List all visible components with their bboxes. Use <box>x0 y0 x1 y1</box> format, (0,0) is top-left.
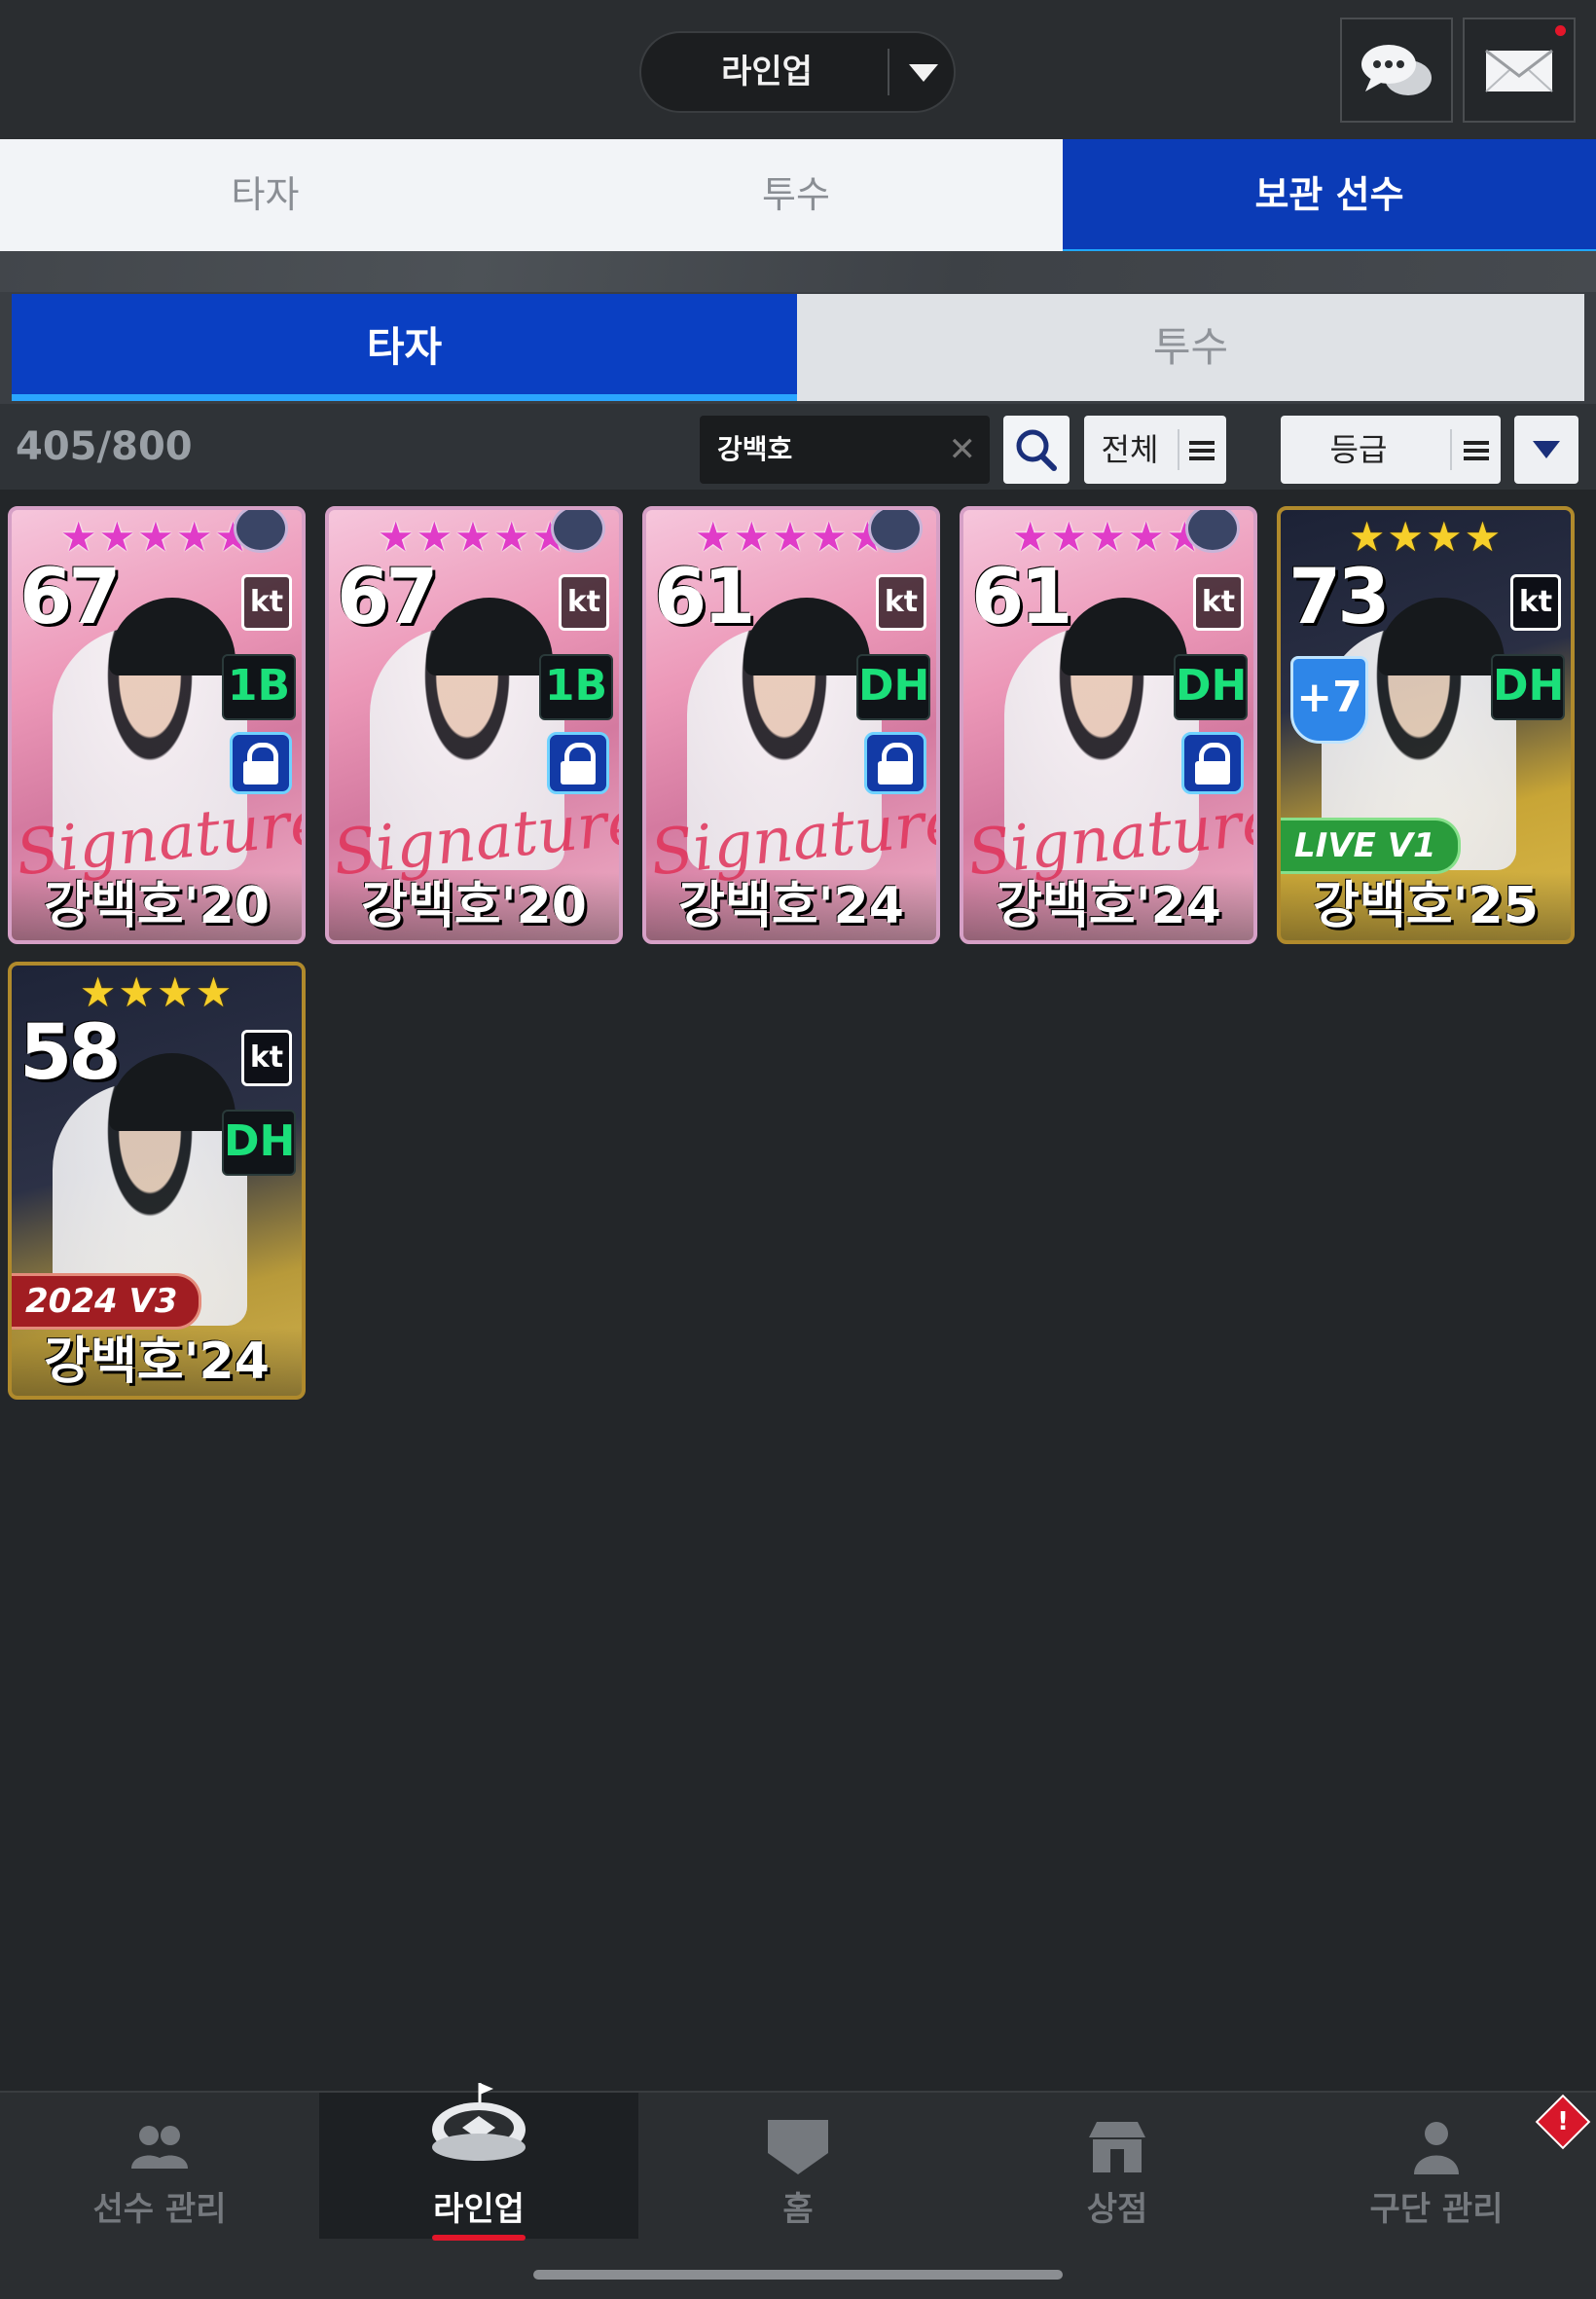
decorative-band <box>0 251 1596 292</box>
overall-rating: 73 <box>1288 554 1391 641</box>
filter-all-button[interactable]: 전체 <box>1084 416 1226 484</box>
player-name: 강백호'24 <box>963 872 1253 940</box>
sort-grade-button[interactable]: 등급 <box>1281 416 1501 484</box>
overall-rating: 67 <box>337 554 439 641</box>
lock-icon <box>547 732 609 794</box>
filter-divider <box>1178 429 1179 470</box>
edition-badge: LIVE V1 <box>1281 818 1461 874</box>
tab-stored-players[interactable]: 보관 선수 <box>1063 139 1596 257</box>
player-card[interactable]: ★★★★★ 61 kt DH Signature 강백호'24 <box>642 506 940 944</box>
copy-icon <box>234 510 288 553</box>
helmet-image <box>1378 598 1505 675</box>
overall-rating: 61 <box>654 554 756 641</box>
nav-home[interactable]: 홈 <box>638 2093 958 2239</box>
position-badge: DH <box>1174 654 1248 720</box>
active-indicator <box>432 2235 526 2241</box>
nav-label: 구단 관리 <box>1369 2190 1504 2229</box>
player-count: 405/800 <box>16 424 193 469</box>
players-icon <box>131 2126 188 2169</box>
alert-badge-text: ! <box>1557 2107 1569 2136</box>
position-badge: 1B <box>539 654 613 720</box>
menu-icon <box>1464 441 1489 460</box>
team-logo-icon: kt <box>559 574 609 631</box>
top-tab-bar: 타자 투수 보관 선수 <box>0 139 1596 257</box>
helmet-image <box>744 598 870 675</box>
shop-icon <box>1089 2122 1145 2172</box>
overall-rating: 67 <box>19 554 122 641</box>
sub-tab-bar: 타자 투수 <box>0 292 1596 404</box>
search-input[interactable]: 강백호 ✕ <box>700 416 990 484</box>
nav-label: 라인업 <box>433 2190 525 2229</box>
mail-button[interactable] <box>1463 18 1576 123</box>
sort-grade-label: 등급 <box>1329 431 1388 468</box>
team-logo-icon: kt <box>876 574 926 631</box>
chat-bubble-icon <box>1361 45 1432 95</box>
tab-pitchers[interactable]: 투수 <box>530 139 1062 251</box>
search-button[interactable] <box>1003 416 1070 484</box>
filter-bar: 405/800 강백호 ✕ 전체 등급 <box>0 404 1596 490</box>
position-badge: DH <box>1491 654 1565 720</box>
copy-icon <box>868 510 923 553</box>
lineup-dropdown[interactable]: 라인업 <box>639 31 956 113</box>
copy-icon <box>551 510 605 553</box>
overall-rating: 61 <box>971 554 1073 641</box>
filter-all-label: 전체 <box>1101 431 1159 468</box>
lineup-dropdown-divider <box>888 49 889 95</box>
bottom-navigation: 선수 관리 라인업 홈 상점 구단 관리 <box>0 2083 1596 2299</box>
search-input-value: 강백호 <box>717 433 793 465</box>
clear-icon[interactable]: ✕ <box>949 416 977 484</box>
subtab-pitchers[interactable]: 투수 <box>797 294 1584 401</box>
team-logo-icon: kt <box>241 1030 292 1086</box>
overall-rating: 58 <box>19 1009 122 1097</box>
sort-divider <box>1450 429 1452 470</box>
player-name: 강백호'20 <box>329 872 619 940</box>
helmet-image <box>426 598 553 675</box>
player-name: 강백호'20 <box>12 872 302 940</box>
manager-icon <box>1414 2122 1459 2174</box>
player-name: 강백호'25 <box>1281 872 1571 940</box>
player-card[interactable]: ★★★★★ 67 kt 1B Signature 강백호'20 <box>8 506 306 944</box>
sort-order-button[interactable] <box>1514 416 1578 484</box>
position-badge: 1B <box>222 654 296 720</box>
chat-button[interactable] <box>1340 18 1453 123</box>
home-indicator[interactable] <box>533 2270 1063 2280</box>
lock-icon <box>230 732 292 794</box>
menu-icon <box>1189 441 1215 460</box>
team-logo-icon: kt <box>1193 574 1244 631</box>
chevron-down-icon <box>909 64 938 82</box>
player-name: 강백호'24 <box>12 1328 302 1396</box>
subtab-batters[interactable]: 타자 <box>12 294 797 401</box>
enhance-level-badge: +7 <box>1290 656 1368 744</box>
position-badge: DH <box>856 654 930 720</box>
chevron-down-icon <box>1533 441 1560 458</box>
nav-label: 홈 <box>782 2190 814 2229</box>
lock-icon <box>1181 732 1244 794</box>
top-header: 라인업 <box>0 0 1596 139</box>
mail-notification-dot <box>1555 25 1566 36</box>
player-name: 강백호'24 <box>646 872 936 940</box>
nav-shop[interactable]: 상점 <box>958 2093 1277 2239</box>
nav-lineup[interactable]: 라인업 <box>319 2083 638 2241</box>
nav-label: 상점 <box>1086 2190 1148 2229</box>
stadium-icon <box>432 2083 526 2161</box>
player-card[interactable]: ★★★★★ 61 kt DH Signature 강백호'24 <box>960 506 1257 944</box>
search-icon <box>1016 429 1057 471</box>
player-card[interactable]: ★★★★ 73 kt DH +7 LIVE V1 강백호'25 <box>1277 506 1575 944</box>
lineup-dropdown-label: 라인업 <box>721 53 813 91</box>
tab-batters[interactable]: 타자 <box>0 139 530 251</box>
nav-label: 선수 관리 <box>92 2190 227 2229</box>
lock-icon <box>864 732 926 794</box>
nav-player-management[interactable]: 선수 관리 <box>0 2093 319 2239</box>
team-logo-icon: kt <box>1510 574 1561 631</box>
edition-badge: 2024 V3 <box>12 1273 202 1330</box>
copy-icon <box>1185 510 1240 553</box>
home-plate-icon <box>768 2120 828 2174</box>
helmet-image <box>1061 598 1187 675</box>
team-logo-icon: kt <box>241 574 292 631</box>
player-card[interactable]: ★★★★★ 67 kt 1B Signature 강백호'20 <box>325 506 623 944</box>
helmet-image <box>109 1053 236 1131</box>
player-card[interactable]: ★★★★ 58 kt DH 2024 V3 강백호'24 <box>8 962 306 1400</box>
position-badge: DH <box>222 1110 296 1176</box>
helmet-image <box>109 598 236 675</box>
